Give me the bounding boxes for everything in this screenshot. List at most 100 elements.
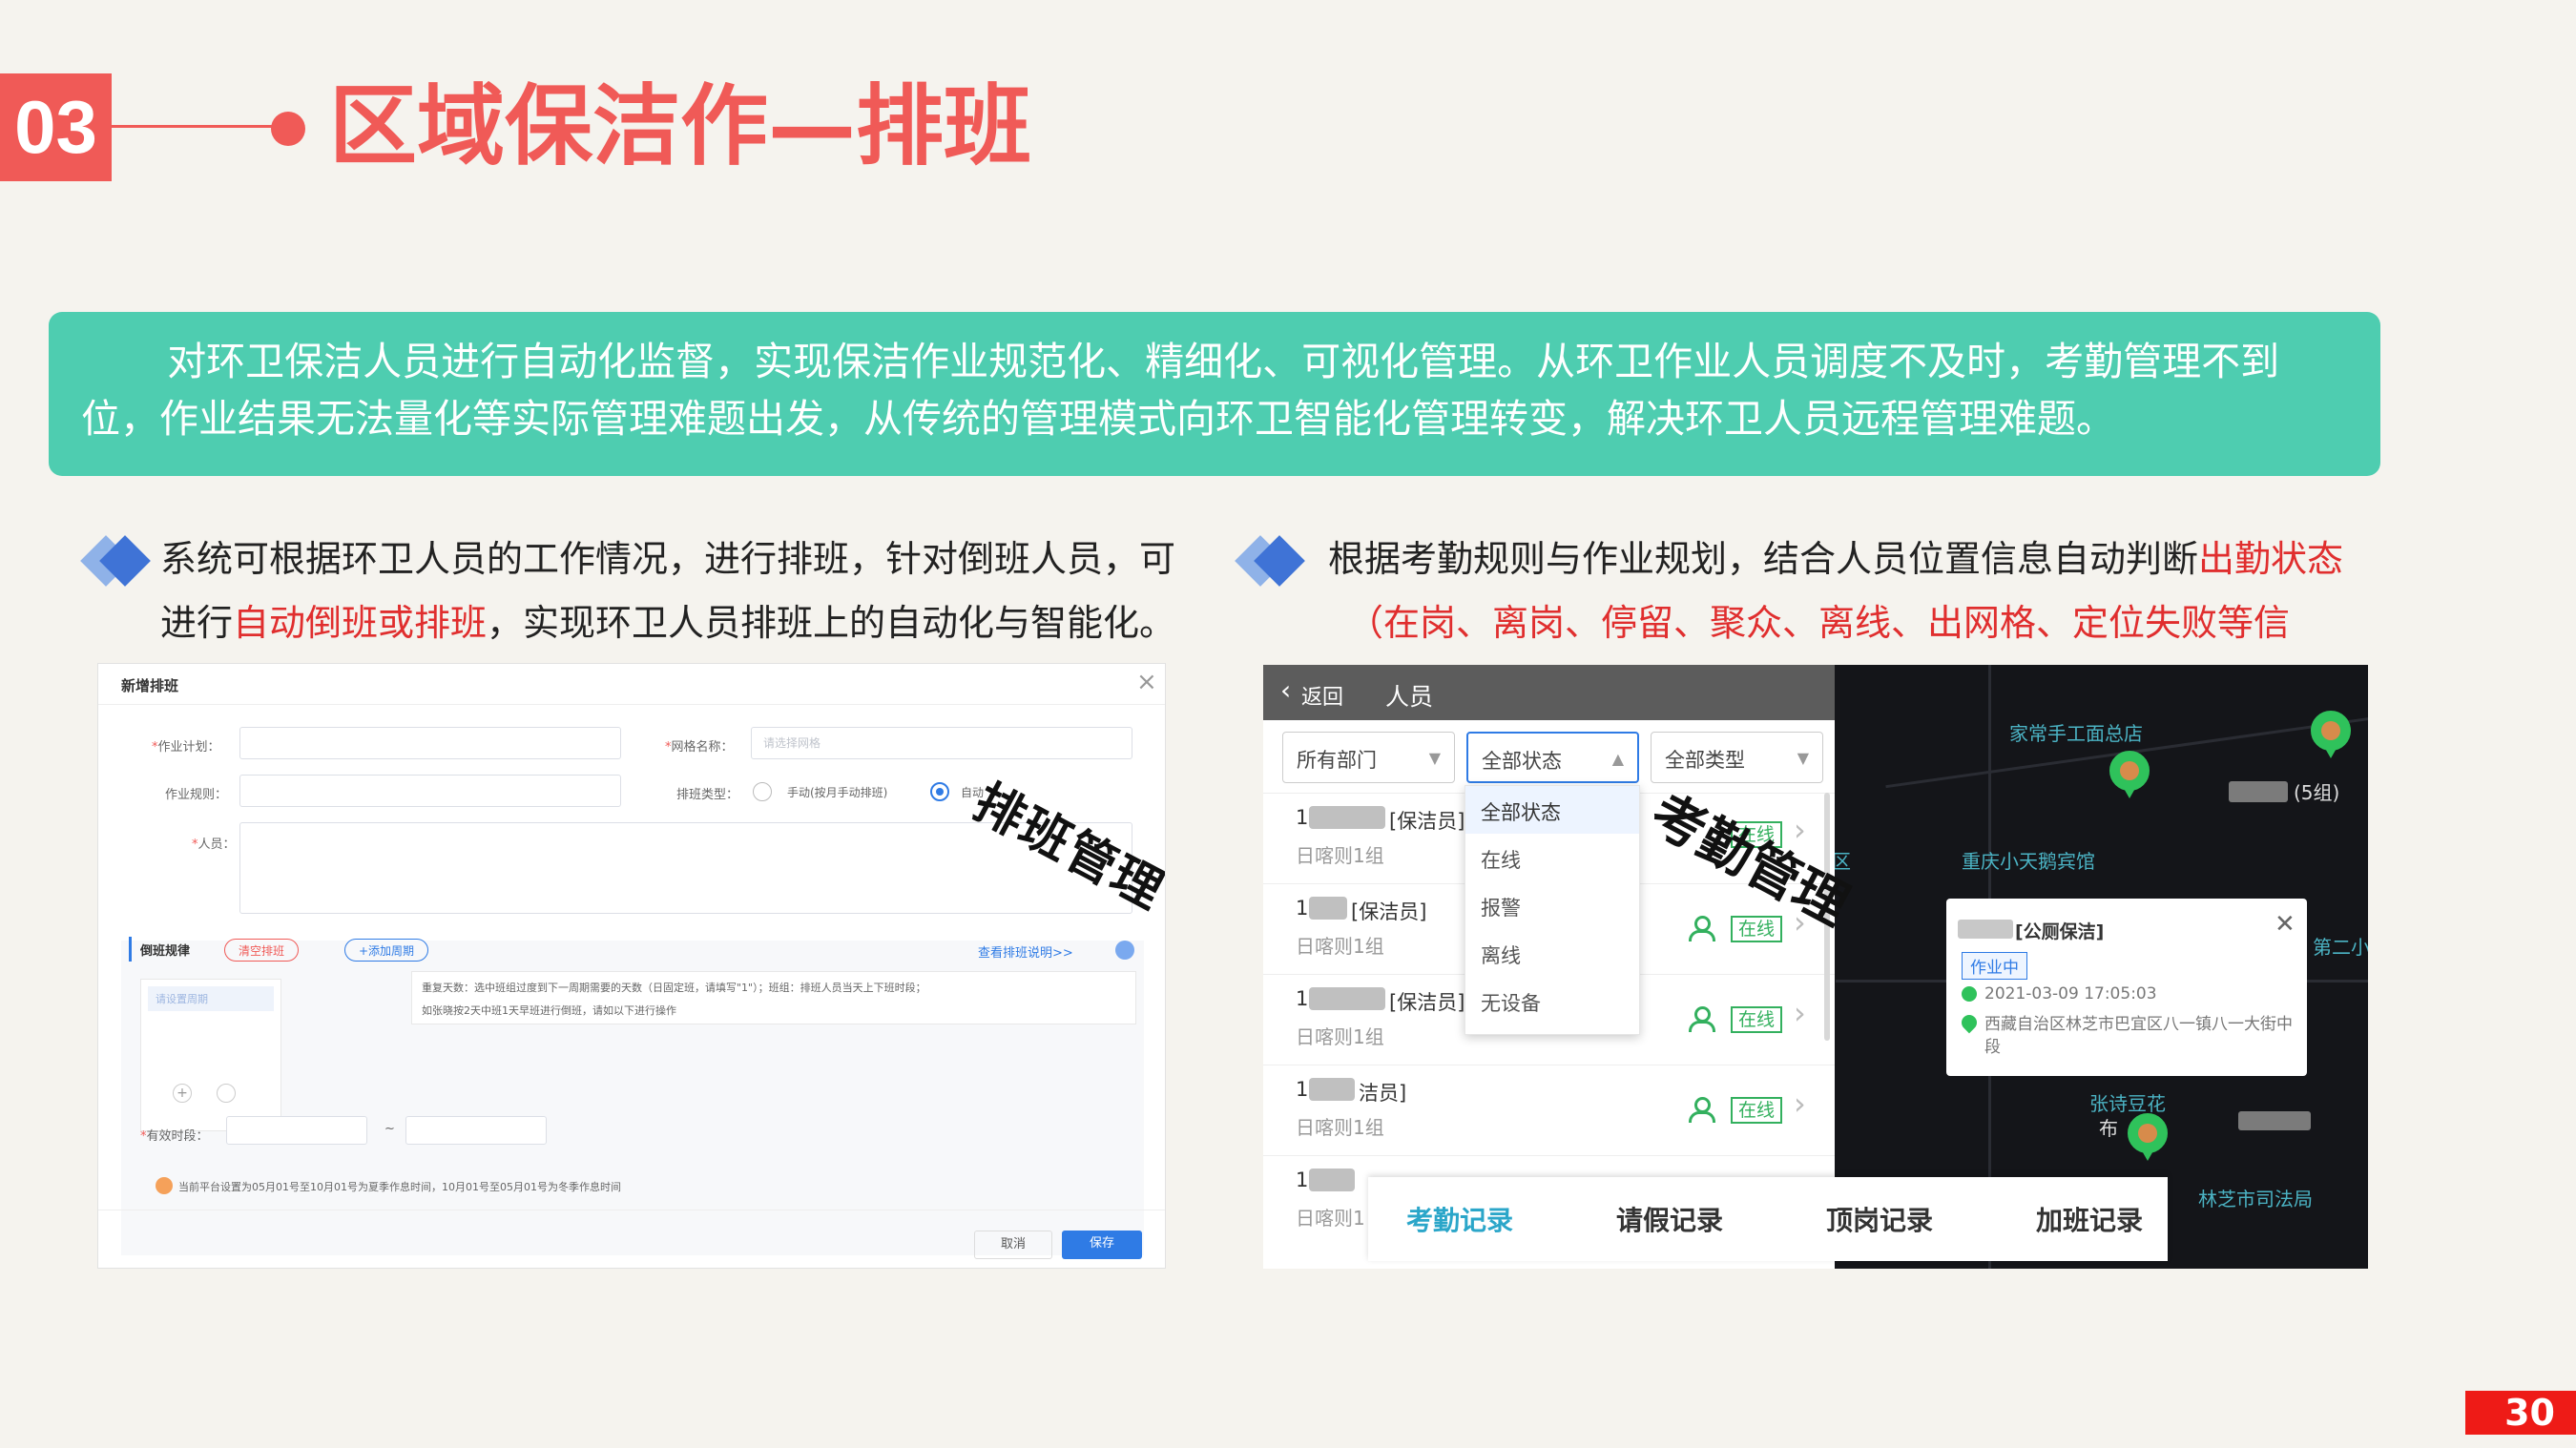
blurred-name [1309, 1078, 1355, 1101]
clock-icon [1962, 986, 1977, 1002]
map-pin-icon[interactable] [2311, 711, 2351, 758]
person-label: *人员： [192, 838, 236, 852]
map-label-shop: 家常手工面总店 [2009, 722, 2143, 745]
status-badge: 在线 [1731, 1006, 1783, 1033]
chevron-right-icon: › [1794, 1086, 1806, 1122]
map-label-person: 张诗豆花 [2089, 1092, 2166, 1115]
map-pin-icon[interactable] [2109, 751, 2150, 798]
person-icon [1689, 1006, 1715, 1032]
dept-filter[interactable]: 所有部门 ▼ [1282, 732, 1455, 783]
option-all-status[interactable]: 全部状态 [1465, 786, 1639, 834]
section-connector-dot [271, 112, 305, 146]
view-icon[interactable] [217, 1084, 236, 1103]
blurred-name [2229, 781, 2288, 802]
radio-auto[interactable] [930, 782, 949, 801]
rule-input[interactable] [239, 775, 621, 807]
range-separator: ~ [384, 1122, 395, 1136]
season-note: 当前平台设置为05月01号至10月01号为夏季作息时间，10月01号至05月01… [178, 1181, 621, 1193]
tab-leave-records[interactable]: 请假记录 [1616, 1200, 1723, 1238]
map-label-hotel: 重庆小天鹅宾馆 [1962, 850, 2095, 873]
grid-select[interactable]: 请选择网格 [751, 727, 1132, 759]
back-chevron-icon[interactable]: ‹ [1280, 676, 1291, 705]
left-bullet-line2: 进行自动倒班或排班，实现环卫人员排班上的自动化与智能化。 [160, 602, 1176, 644]
chevron-right-icon: › [1794, 995, 1806, 1031]
status-dropdown: 全部状态 在线 报警 离线 无设备 [1465, 785, 1640, 1035]
blurred-name [1309, 987, 1385, 1010]
worker-popup: [公厕保洁] ✕ 作业中 2021-03-09 17:05:03 西藏自治区林芝… [1946, 899, 2307, 1076]
map-label-court: 林芝市司法局 [2198, 1188, 2313, 1210]
tab-overtime-records[interactable]: 加班记录 [2036, 1200, 2143, 1238]
schedule-help-link[interactable]: 查看排班说明>> [978, 942, 1073, 961]
tab-attendance-records[interactable]: 考勤记录 [1406, 1200, 1513, 1238]
chevron-up-icon: ▲ [1611, 750, 1624, 768]
section-number-badge: 03 [0, 73, 112, 181]
left-bullet-text: 系统可根据环卫人员的工作情况，进行排班，针对倒班人员，可 进行自动倒班或排班，实… [160, 527, 1181, 655]
intro-banner: 对环卫保洁人员进行自动化监督，实现保洁作业规范化、精细化、可视化管理。从环卫作业… [49, 312, 2380, 476]
page-title: 区域保洁作—排班 [329, 75, 1032, 177]
person-icon [1689, 1097, 1715, 1123]
type-label: 排班类型： [676, 788, 739, 802]
popup-address: 西藏自治区林芝市巴宜区八一镇八一大街中段 [1984, 1015, 2293, 1057]
shift-rule-label: 倒班规律 [140, 944, 191, 959]
blurred-name [1309, 806, 1385, 829]
cancel-button[interactable]: 取消 [974, 1231, 1052, 1259]
cycle-item[interactable]: 请设置周期 [148, 986, 274, 1011]
location-icon [1958, 1011, 1981, 1034]
map-label-extra: 布 [2099, 1117, 2118, 1140]
divider [98, 704, 1165, 705]
plan-input[interactable] [239, 727, 621, 759]
blurred-name [1958, 920, 2013, 939]
blurred-name [2238, 1111, 2311, 1130]
valid-start-input[interactable] [226, 1116, 367, 1145]
map-label-group: (5组) [2294, 781, 2340, 804]
popup-state-badge: 作业中 [1962, 952, 2027, 980]
type-manual-label: 手动(按月手动排班) [787, 786, 888, 799]
status-filter[interactable]: 全部状态 ▲ [1466, 732, 1639, 783]
option-alarm[interactable]: 报警 [1465, 881, 1639, 929]
plan-label: *作业计划： [152, 740, 220, 755]
record-tabs: 考勤记录 请假记录 顶岗记录 加班记录 [1368, 1177, 2168, 1261]
map-pin-icon[interactable] [2128, 1113, 2168, 1161]
valid-period-label: *有效时段： [140, 1129, 209, 1144]
shift-note-line2: 如张晓按2天中班1天早班进行倒班，请如以下进行操作 [422, 1004, 676, 1017]
radio-manual[interactable] [753, 782, 772, 801]
blurred-name [1309, 897, 1347, 920]
warning-icon [156, 1177, 173, 1194]
chevron-down-icon: ▼ [1797, 749, 1809, 767]
page-number: 30 [2465, 1391, 2576, 1435]
shift-note-box: 重复天数：选中班组过度到下一周期需要的天数（日固定班，请填写"1"）；班组：排班… [411, 971, 1136, 1024]
popup-close-icon[interactable]: ✕ [2275, 910, 2296, 939]
popup-time: 2021-03-09 17:05:03 [1984, 984, 2157, 1003]
back-button[interactable]: 返回 [1301, 680, 1343, 711]
panel-header: ‹ 返回 人员 [1263, 665, 1835, 720]
option-offline[interactable]: 离线 [1465, 929, 1639, 977]
tab-substitute-records[interactable]: 顶岗记录 [1826, 1200, 1933, 1238]
list-item[interactable]: 1 洁员] 日喀则1组 在线 › [1263, 1065, 1835, 1155]
shift-note-line1: 重复天数：选中班组过度到下一周期需要的天数（日固定班，请填写"1"）；班组：排班… [422, 982, 926, 994]
status-badge: 在线 [1731, 1097, 1783, 1124]
status-badge: 在线 [1731, 916, 1783, 942]
popup-worker-name: [公厕保洁] [2015, 921, 2105, 942]
grid-label: *网格名称： [665, 740, 734, 755]
option-online[interactable]: 在线 [1465, 834, 1639, 881]
valid-end-input[interactable] [405, 1116, 547, 1145]
right-bullet-line1: 根据考勤规则与作业规划，结合人员位置信息自动判断出勤状态 [1328, 538, 2344, 580]
dialog-title: 新增排班 [121, 677, 179, 694]
clear-schedule-button[interactable]: 清空排班 [224, 939, 300, 962]
close-icon[interactable]: × [1136, 668, 1157, 696]
schedule-dialog: 新增排班 × *作业计划： *网格名称： 请选择网格 作业规则： 排班类型： 手… [97, 663, 1166, 1269]
bullet-diamond-icon [1235, 534, 1305, 588]
add-icon[interactable]: + [173, 1084, 192, 1103]
chevron-down-icon: ▼ [1428, 749, 1441, 767]
add-cycle-button[interactable]: +添加周期 [344, 939, 429, 962]
person-icon [1689, 916, 1715, 941]
section-connector-line [112, 125, 281, 128]
rule-label: 作业规则： [165, 788, 228, 802]
save-button[interactable]: 保存 [1062, 1231, 1142, 1259]
section-marker [129, 937, 132, 962]
info-icon [1115, 941, 1134, 960]
highlight-auto-shift: 自动倒班或排班 [233, 602, 488, 644]
map-label-school: 第二小学 [2313, 936, 2368, 959]
highlight-attendance-status: 出勤状态 [2198, 538, 2344, 580]
option-no-device[interactable]: 无设备 [1465, 977, 1639, 1024]
